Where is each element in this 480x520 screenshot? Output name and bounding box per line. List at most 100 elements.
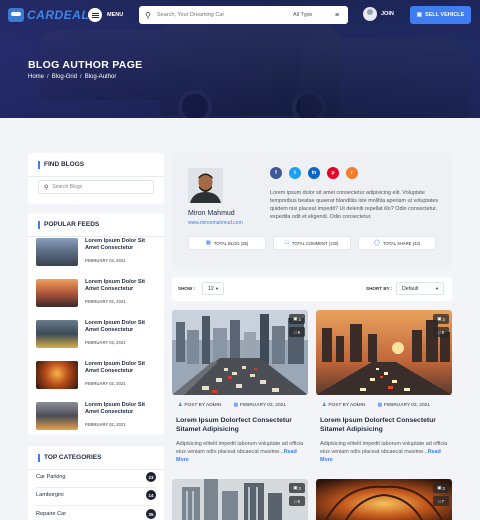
feed-item[interactable]: Lorem Ipsum Dolor Sit Amet Consectetur F… (36, 238, 156, 266)
sort-label: SHORT BY : (366, 286, 393, 291)
photo-count-badge: ▣ 3 (289, 314, 305, 324)
category-item[interactable]: Lamborgini 14 (36, 488, 156, 502)
stat-label: TOTAL SHARE (43) (383, 240, 421, 246)
post-title[interactable]: Lorem Ipsum Dolorfect Consectetur Sitame… (176, 416, 310, 435)
camera-icon: ▣ (437, 485, 442, 490)
post-author[interactable]: POST BY ADMIN (328, 403, 365, 408)
join-link[interactable]: JOIN (363, 7, 394, 21)
post-meta: ♟ POST BY ADMIN ▦ FEBRUARY 02, 2021 (322, 403, 430, 408)
search-input[interactable] (157, 12, 287, 18)
popular-feeds-widget: POPULAR FEEDS Lorem Ipsum Dolor Sit Amet… (28, 213, 164, 435)
user-avatar-icon (363, 7, 377, 21)
breadcrumb-current: Blog-Author (84, 74, 117, 80)
feed-title[interactable]: Lorem Ipsum Dolor Sit Amet Consectetur (85, 402, 157, 416)
badge-value: 3 (298, 316, 301, 322)
chevron-down-icon: ▼ (435, 286, 439, 291)
breadcrumb-separator: / (47, 74, 49, 80)
post-date: FEBRUARY 02, 2021 (240, 403, 286, 408)
feed-title[interactable]: Lorem Ipsum Dolor Sit Amet Consectetur (85, 279, 157, 293)
menu-button[interactable]: MENU (88, 8, 123, 22)
pinterest-icon[interactable]: p (327, 167, 339, 179)
post-image[interactable]: ▣ 3 □ 9 (172, 310, 308, 395)
comment-icon: □ (293, 498, 297, 504)
feed-thumbnail (36, 402, 78, 430)
feed-item[interactable]: Lorem Ipsum Dolor Sit Amet Consectetur F… (36, 279, 156, 307)
search-icon[interactable]: ⚲ (139, 11, 157, 20)
comment-count-badge: □ 7 (433, 496, 449, 506)
calendar-icon: ▦ (377, 403, 383, 408)
hero-banner: CARDEAL MENU ⚲ All Type ≡ JOIN ▣ SELL VE… (0, 0, 480, 118)
camera-icon: ▣ (293, 316, 298, 321)
rss-icon[interactable]: r (346, 167, 358, 179)
total-comment-stat[interactable]: □ TOTAL COMMENT (130) (273, 236, 351, 250)
total-blog-stat[interactable]: ▦ TOTAL BLOG (25) (188, 236, 266, 250)
comment-icon: □ (437, 498, 441, 504)
chevron-down-icon: ▼ (215, 286, 219, 291)
feed-title[interactable]: Lorem Ipsum Dolor Sit Amet Consectetur (85, 361, 157, 375)
linkedin-icon[interactable]: in (308, 167, 320, 179)
feed-item[interactable]: Lorem Ipsum Dolor Sit Amet Consectetur F… (36, 320, 156, 348)
category-count: 14 (146, 490, 156, 500)
badge-value: 9 (297, 329, 301, 335)
post-excerpt: Adipisicing elitelit impedit laborum vol… (320, 440, 454, 464)
feed-item[interactable]: Lorem Ipsum Dolor Sit Amet Consectetur F… (36, 402, 156, 430)
feed-thumbnail (36, 361, 78, 389)
post-title[interactable]: Lorem Ipsum Dolorfect Consectetur Sitame… (320, 416, 454, 435)
post-author[interactable]: POST BY ADMIN (184, 403, 221, 408)
feed-thumbnail (36, 320, 78, 348)
badge-value: 3 (442, 485, 445, 491)
search-icon: ⚲ (44, 184, 49, 191)
breadcrumb: Home / Blog-Grid / Blog-Author (28, 74, 116, 80)
feed-item[interactable]: Lorem Ipsum Dolor Sit Amet Consectetur F… (36, 361, 156, 389)
twitter-icon[interactable]: t (289, 167, 301, 179)
feed-date: FEBRUARY 02, 2021 (85, 422, 126, 427)
post-image[interactable]: ▣ 3 □ 9 (172, 479, 308, 520)
widget-title: FIND BLOGS (44, 161, 85, 168)
category-name: Lamborgini (36, 492, 64, 498)
share-icon: ◯ (373, 240, 380, 246)
badge-value: 3 (442, 316, 445, 322)
calendar-icon: ▦ (233, 403, 239, 408)
total-share-stat[interactable]: ◯ TOTAL SHARE (43) (358, 236, 436, 250)
feed-date: FEBRUARY 02, 2021 (85, 299, 126, 304)
breadcrumb-blog-grid[interactable]: Blog-Grid (52, 74, 77, 80)
sort-value: Default (402, 285, 419, 292)
author-avatar (188, 168, 223, 203)
post-image[interactable]: ▣ 3 □ 9 (316, 310, 452, 395)
menu-label: MENU (107, 12, 124, 18)
listing-controls: SHOW : 12 ▼ SHORT BY : Default ▼ (172, 277, 452, 301)
page-title: BLOG AUTHOR PAGE (28, 59, 143, 71)
author-website-link[interactable]: www.mironmahmud.com (188, 220, 243, 226)
breadcrumb-home[interactable]: Home (28, 74, 44, 80)
car-logo-icon (8, 8, 24, 22)
find-blogs-widget: FIND BLOGS ⚲ Search Blogs (28, 153, 164, 204)
blog-icon: ▦ (205, 240, 211, 246)
category-item[interactable]: Repaire Car 35 (36, 507, 156, 520)
category-item[interactable]: Car Parking 23 (36, 470, 156, 484)
feed-date: FEBRUARY 02, 2021 (85, 381, 126, 386)
post-meta: ♟ POST BY ADMIN ▦ FEBRUARY 02, 2021 (178, 403, 286, 408)
type-select[interactable]: All Type (293, 12, 331, 18)
filter-icon[interactable]: ≡ (335, 12, 339, 19)
sell-vehicle-button[interactable]: ▣ SELL VEHICLE (410, 6, 471, 24)
stat-label: TOTAL COMMENT (130) (291, 240, 339, 246)
feed-title[interactable]: Lorem Ipsum Dolor Sit Amet Consectetur (85, 320, 157, 334)
logo-text: CARDEAL (27, 8, 90, 22)
author-profile-card: Miron Mahmud www.mironmahmud.com f t in … (172, 153, 452, 267)
feed-title[interactable]: Lorem Ipsum Dolor Sit Amet Consectetur (85, 238, 157, 252)
show-count-select[interactable]: 12 ▼ (202, 282, 224, 295)
author-bio: Lorem ipsum dolor sit amet consectetur a… (270, 190, 439, 221)
photo-count-badge: ▣ 3 (289, 483, 305, 493)
feed-thumbnail (36, 238, 78, 266)
site-logo[interactable]: CARDEAL (8, 8, 89, 22)
blog-search-input[interactable]: ⚲ Search Blogs (38, 180, 154, 194)
post-image[interactable]: ▣ 3 □ 7 (316, 479, 452, 520)
category-count: 35 (146, 509, 156, 519)
comment-icon: □ (293, 329, 297, 335)
comment-icon: □ (285, 240, 289, 246)
sort-select[interactable]: Default ▼ (396, 282, 444, 295)
widget-title: TOP CATEGORIES (44, 454, 102, 461)
widget-title: POPULAR FEEDS (44, 221, 100, 228)
comment-count-badge: □ 9 (289, 327, 305, 337)
facebook-icon[interactable]: f (270, 167, 282, 179)
